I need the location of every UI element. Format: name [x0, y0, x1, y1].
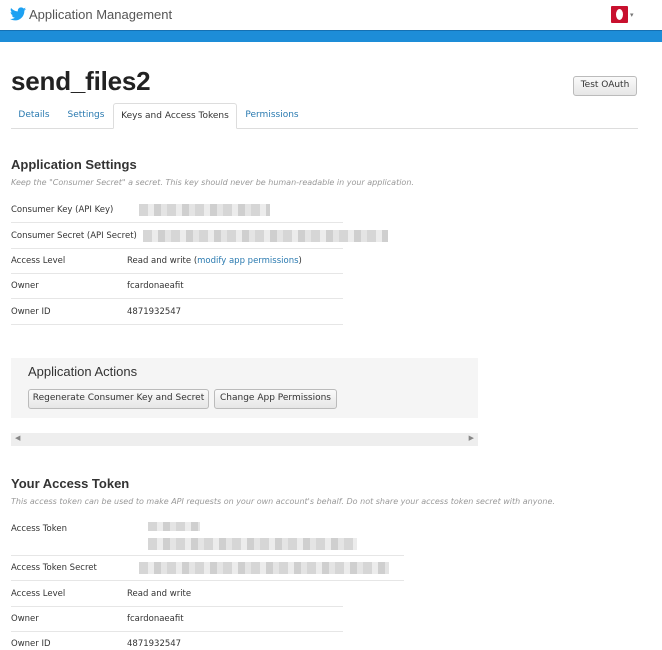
token-owner-id-label: Owner ID	[11, 639, 51, 649]
owner-id-value: 4871932547	[127, 307, 182, 317]
tab-details[interactable]: Details	[11, 103, 57, 129]
token-owner-id-value: 4871932547	[127, 639, 182, 649]
regenerate-consumer-key-button[interactable]: Regenerate Consumer Key and Secret	[28, 389, 209, 409]
access-level-row: Access Level Read and write (modify app …	[11, 249, 343, 274]
access-token-secret-row: Access Token Secret	[11, 556, 404, 581]
consumer-secret-row: Consumer Secret (API Secret)	[11, 224, 388, 249]
owner-id-row: Owner ID 4871932547	[11, 300, 343, 325]
consumer-secret-label: Consumer Secret (API Secret)	[11, 231, 137, 241]
consumer-secret-value-redacted	[143, 230, 388, 242]
access-level-suffix: )	[298, 256, 302, 266]
tab-settings[interactable]: Settings	[61, 103, 111, 129]
consumer-key-label: Consumer Key (API Key)	[11, 205, 114, 215]
token-owner-row: Owner fcardonaeafit	[11, 607, 343, 632]
change-app-permissions-button[interactable]: Change App Permissions	[214, 389, 337, 409]
access-token-secret-value-redacted	[139, 562, 389, 574]
tab-bar: Details Settings Keys and Access Tokens …	[11, 103, 638, 129]
chevron-down-icon[interactable]: ▾	[630, 11, 634, 19]
scroll-right-icon[interactable]: ▶	[469, 434, 474, 442]
access-token-note: This access token can be used to make AP…	[11, 497, 555, 506]
consumer-secret-note: Keep the "Consumer Secret" a secret. Thi…	[11, 178, 414, 187]
consumer-key-value-redacted	[139, 204, 270, 216]
user-avatar-icon[interactable]	[611, 6, 628, 23]
token-access-level-row: Access Level Read and write	[11, 582, 343, 607]
modify-app-permissions-link[interactable]: modify app permissions	[197, 256, 298, 266]
token-owner-label: Owner	[11, 614, 39, 624]
owner-row: Owner fcardonaeafit	[11, 274, 343, 299]
tab-permissions[interactable]: Permissions	[240, 103, 304, 129]
application-actions-heading: Application Actions	[28, 364, 138, 379]
app-title: Application Management	[29, 7, 173, 22]
token-access-level-value: Read and write	[127, 589, 192, 599]
access-level-label: Access Level	[11, 256, 66, 266]
access-token-heading: Your Access Token	[11, 476, 130, 491]
access-token-secret-label: Access Token Secret	[11, 563, 97, 573]
owner-id-label: Owner ID	[11, 307, 51, 317]
application-actions-panel: Application Actions Regenerate Consumer …	[11, 358, 478, 418]
access-level-text: Read and write (	[127, 256, 198, 266]
application-settings-heading: Application Settings	[11, 157, 137, 172]
owner-value: fcardonaeafit	[127, 281, 184, 291]
access-level-value: Read and write (modify app permissions)	[127, 256, 302, 266]
twitter-bird-icon[interactable]	[10, 7, 26, 21]
token-owner-value: fcardonaeafit	[127, 614, 184, 624]
access-token-row: Access Token	[11, 517, 404, 556]
access-token-label: Access Token	[11, 524, 67, 534]
token-owner-id-row: Owner ID 4871932547	[11, 632, 343, 650]
token-access-level-label: Access Level	[11, 589, 66, 599]
horizontal-scrollbar[interactable]: ◀ ▶	[11, 433, 478, 446]
access-token-value-redacted-2	[148, 538, 357, 550]
access-token-value-redacted-1	[148, 522, 200, 531]
scroll-left-icon[interactable]: ◀	[15, 434, 20, 442]
tab-keys-and-access-tokens[interactable]: Keys and Access Tokens	[113, 103, 237, 129]
page-title: send_files2	[11, 66, 151, 96]
top-bar: Application Management ▾	[0, 0, 662, 30]
test-oauth-button[interactable]: Test OAuth	[573, 76, 637, 96]
header-accent-bar	[0, 30, 662, 42]
consumer-key-row: Consumer Key (API Key)	[11, 198, 343, 223]
owner-label: Owner	[11, 281, 39, 291]
